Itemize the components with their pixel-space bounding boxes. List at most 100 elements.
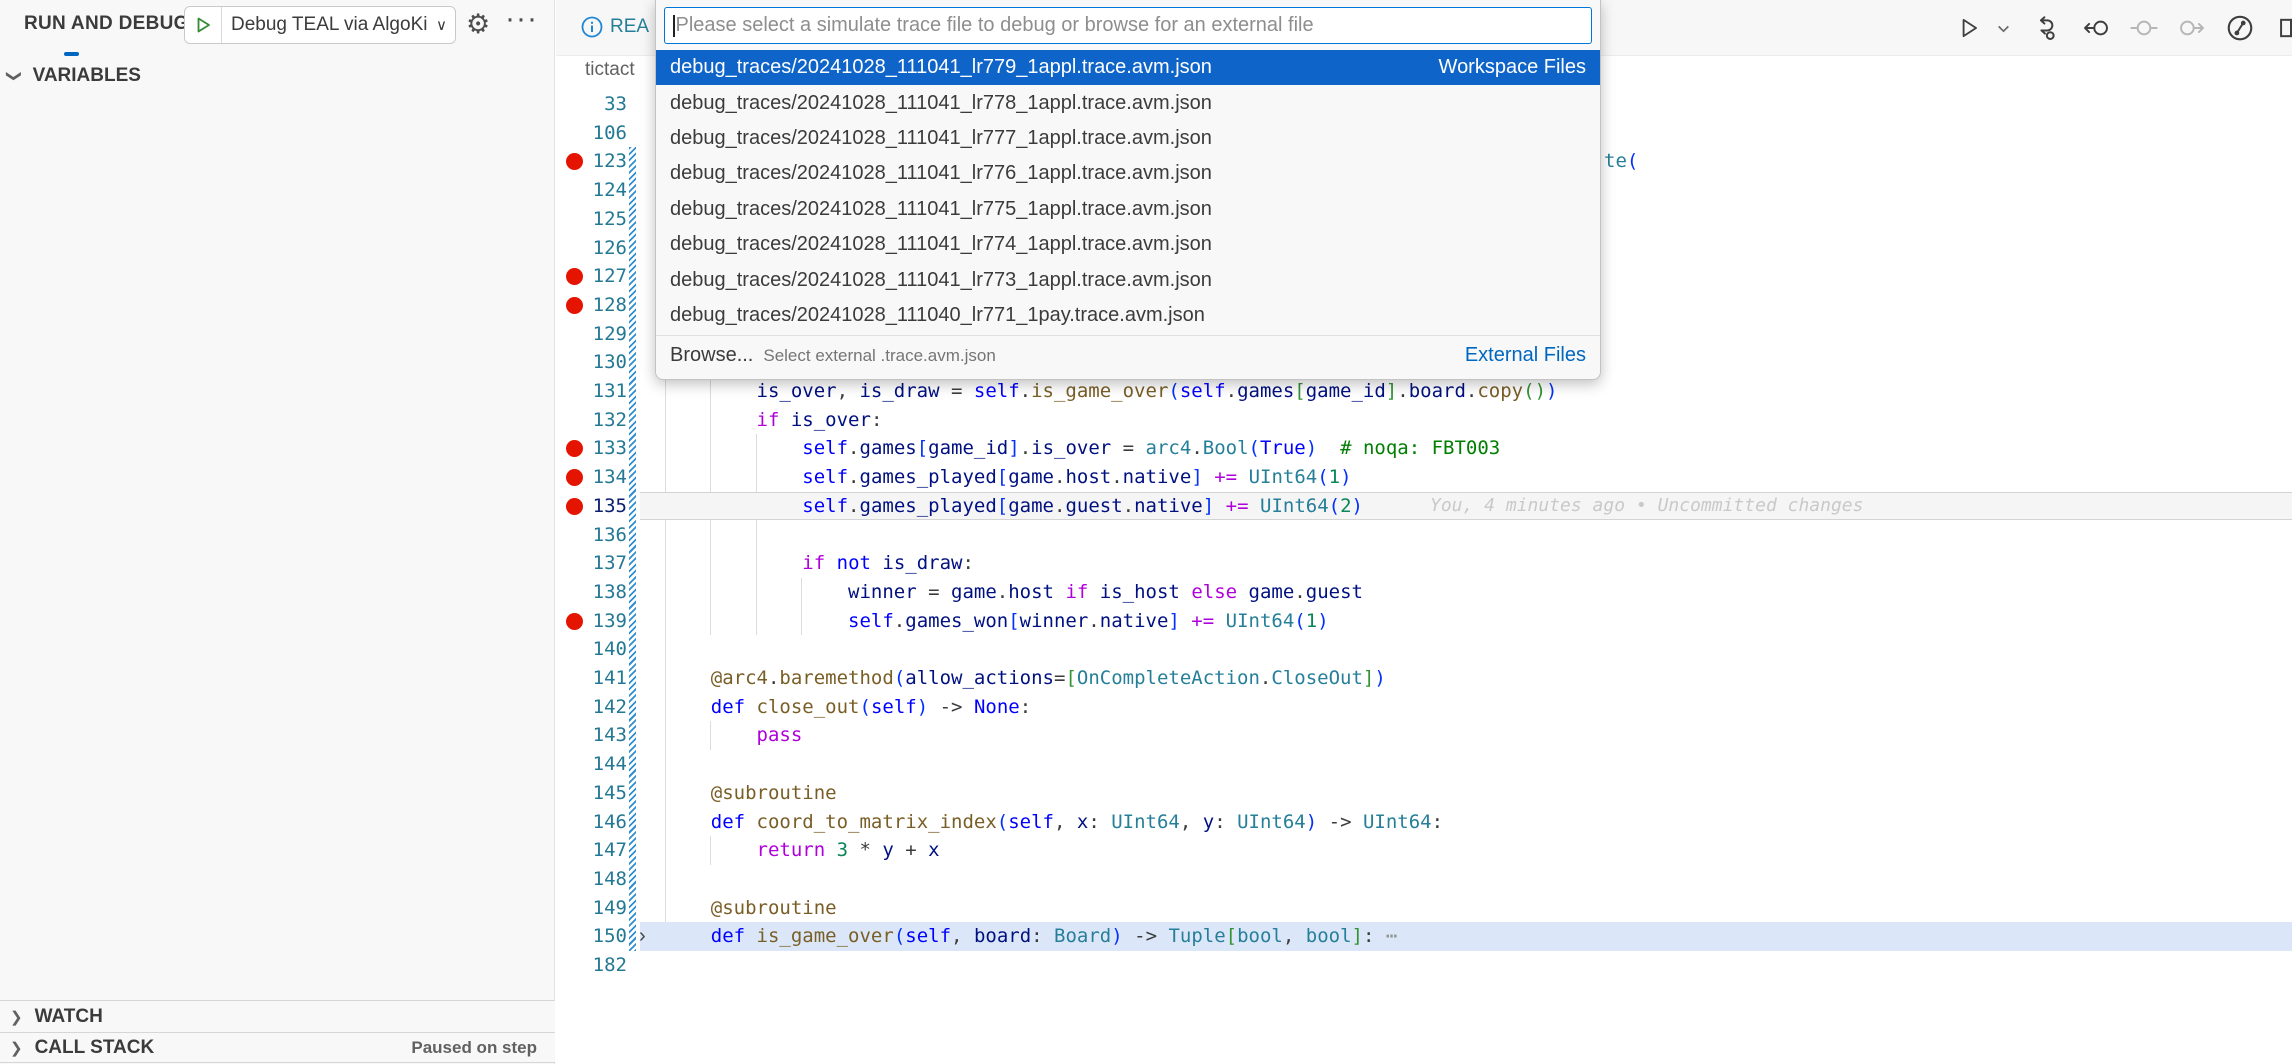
code-line[interactable]: 143 pass (555, 721, 2292, 750)
fold-chevron-icon[interactable]: › (639, 922, 646, 951)
code-text: self.games[game_id].is_over = arc4.Bool(… (665, 434, 1500, 463)
code-text-fragment: te( (1604, 147, 1638, 176)
vscode-window: REA tictact (0, 0, 2292, 1064)
line-number[interactable]: 128 (555, 291, 627, 320)
start-debug-button[interactable] (185, 7, 222, 43)
line-number[interactable]: 147 (555, 836, 627, 865)
variables-section-header[interactable]: ❯ VARIABLES (8, 61, 141, 91)
code-text: @arc4.baremethod(allow_actions=[OnComple… (665, 664, 1386, 693)
line-number[interactable]: 146 (555, 808, 627, 837)
list-separator (656, 335, 1600, 336)
line-number[interactable]: 137 (555, 549, 627, 578)
code-line[interactable]: 142 def close_out(self) -> None: (555, 693, 2292, 722)
line-number[interactable]: 132 (555, 406, 627, 435)
git-blame-annotation: You, 4 minutes ago • Uncommitted changes (1430, 492, 1863, 521)
code-line[interactable]: 182 (555, 951, 2292, 980)
code-line[interactable]: 131 is_over, is_draw = self.is_game_over… (555, 377, 2292, 406)
code-line[interactable]: 141 @arc4.baremethod(allow_actions=[OnCo… (555, 664, 2292, 693)
code-line[interactable]: 133 self.games[game_id].is_over = arc4.B… (555, 434, 2292, 463)
line-number[interactable]: 127 (555, 262, 627, 291)
trace-file-label: debug_traces/20241028_111041_lr776_1appl… (670, 162, 1212, 185)
trace-file-item[interactable]: debug_traces/20241028_111041_lr777_1appl… (656, 121, 1600, 156)
code-line[interactable]: 139 self.games_won[winner.native] += UIn… (555, 607, 2292, 636)
line-number[interactable]: 145 (555, 779, 627, 808)
quick-pick: Please select a simulate trace file to d… (655, 0, 1601, 380)
line-number[interactable]: 124 (555, 176, 627, 205)
trace-file-input[interactable]: Please select a simulate trace file to d… (664, 7, 1592, 44)
line-number[interactable]: 133 (555, 434, 627, 463)
external-files-badge[interactable]: External Files (1465, 344, 1586, 367)
line-number[interactable]: 149 (555, 894, 627, 923)
line-number[interactable]: 130 (555, 348, 627, 377)
line-number[interactable]: 123 (555, 147, 627, 176)
line-number[interactable]: 33 (555, 90, 627, 119)
code-line[interactable]: 145 @subroutine (555, 779, 2292, 808)
workspace-files-badge[interactable]: Workspace Files (1439, 56, 1586, 79)
trace-file-item[interactable]: debug_traces/20241028_111041_lr775_1appl… (656, 192, 1600, 227)
line-number[interactable]: 131 (555, 377, 627, 406)
line-number[interactable]: 141 (555, 664, 627, 693)
sidebar-title: RUN AND DEBUG (24, 13, 189, 35)
code-line[interactable]: 150 › def is_game_over(self, board: Board… (555, 922, 2292, 951)
code-line[interactable]: 134 self.games_played[game.host.native] … (555, 463, 2292, 492)
trace-file-item[interactable]: debug_traces/20241028_111041_lr774_1appl… (656, 227, 1600, 262)
line-number[interactable]: 142 (555, 693, 627, 722)
chevron-right-icon: ❯ (10, 1008, 23, 1026)
gear-icon[interactable]: ⚙ (466, 9, 490, 40)
code-line[interactable]: 136 (555, 521, 2292, 550)
code-line[interactable]: 132 if is_over: (555, 406, 2292, 435)
more-actions-icon[interactable]: ··· (505, 2, 538, 36)
watch-section-header[interactable]: ❯ WATCH (0, 1000, 555, 1032)
code-text: is_over, is_draw = self.is_game_over(sel… (665, 377, 1557, 406)
paused-status-badge: Paused on step (411, 1038, 537, 1058)
browse-item[interactable]: Browse... Select external .trace.avm.jso… (656, 338, 1600, 373)
line-number[interactable]: 126 (555, 234, 627, 263)
line-number[interactable]: 135 (555, 492, 627, 521)
input-placeholder: Please select a simulate trace file to d… (676, 14, 1314, 37)
trace-file-item[interactable]: debug_traces/20241028_111041_lr778_1appl… (656, 85, 1600, 120)
line-number[interactable]: 150 (555, 922, 627, 951)
line-number[interactable]: 134 (555, 463, 627, 492)
code-line[interactable]: 149 @subroutine (555, 894, 2292, 923)
text-cursor (673, 15, 675, 37)
trace-file-label: debug_traces/20241028_111041_lr777_1appl… (670, 127, 1212, 150)
code-line[interactable]: 138 winner = game.host if is_host else g… (555, 578, 2292, 607)
trace-file-item[interactable]: debug_traces/20241028_111041_lr773_1appl… (656, 262, 1600, 297)
code-line[interactable]: 147 return 3 * y + x (555, 836, 2292, 865)
line-number[interactable]: 106 (555, 119, 627, 148)
trace-file-label: debug_traces/20241028_111041_lr778_1appl… (670, 92, 1212, 115)
code-text: def close_out(self) -> None: (665, 693, 1031, 722)
line-number[interactable]: 140 (555, 635, 627, 664)
line-number[interactable]: 138 (555, 578, 627, 607)
launch-config: Debug TEAL via AlgoKi ∨ (184, 6, 456, 44)
line-number[interactable]: 144 (555, 750, 627, 779)
code-line[interactable]: 137 if not is_draw: (555, 549, 2292, 578)
code-line[interactable]: 140 (555, 635, 2292, 664)
line-number[interactable]: 143 (555, 721, 627, 750)
start-debug-play-icon (193, 15, 213, 35)
code-line[interactable]: 135 self.games_played[game.guest.native]… (555, 492, 2292, 521)
code-line[interactable]: 144 (555, 750, 2292, 779)
code-text: def coord_to_matrix_index(self, x: UInt6… (665, 808, 1443, 837)
trace-file-label: debug_traces/20241028_111041_lr779_1appl… (670, 56, 1212, 79)
trace-file-item[interactable]: debug_traces/20241028_111041_lr776_1appl… (656, 156, 1600, 191)
line-number[interactable]: 182 (555, 951, 627, 980)
trace-file-item[interactable]: debug_traces/20241028_111041_lr779_1appl… (656, 50, 1600, 85)
trace-file-label: debug_traces/20241028_111041_lr774_1appl… (670, 233, 1212, 256)
trace-file-item[interactable]: debug_traces/20241028_111040_lr771_1pay.… (656, 298, 1600, 333)
line-number[interactable]: 129 (555, 320, 627, 349)
launch-config-label[interactable]: Debug TEAL via AlgoKi (222, 14, 434, 36)
code-line[interactable]: 148 (555, 865, 2292, 894)
chevron-down-icon[interactable]: ∨ (434, 16, 455, 34)
code-text: def is_game_over(self, board: Board) -> … (665, 922, 1397, 951)
trace-file-label: debug_traces/20241028_111041_lr773_1appl… (670, 269, 1212, 292)
run-and-debug-sidebar: RUN AND DEBUG Debug TEAL via AlgoKi ∨ ⚙ … (0, 0, 555, 1064)
code-line[interactable]: 146 def coord_to_matrix_index(self, x: U… (555, 808, 2292, 837)
code-text: if is_over: (665, 406, 882, 435)
line-number[interactable]: 139 (555, 607, 627, 636)
call-stack-section-header[interactable]: ❯ CALL STACK Paused on step (0, 1032, 555, 1063)
line-number[interactable]: 125 (555, 205, 627, 234)
line-number[interactable]: 136 (555, 521, 627, 550)
line-number[interactable]: 148 (555, 865, 627, 894)
code-text: self.games_played[game.host.native] += U… (665, 463, 1352, 492)
